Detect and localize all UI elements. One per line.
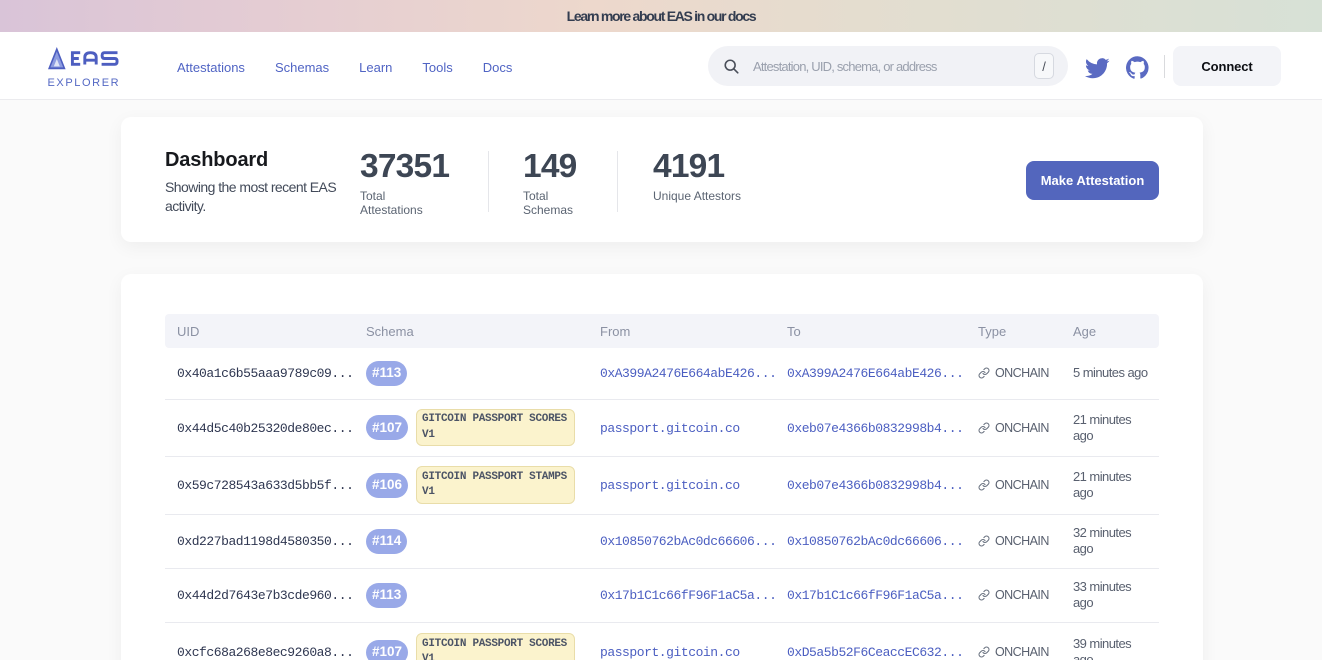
svg-text:EXPLORER: EXPLORER (48, 77, 120, 89)
